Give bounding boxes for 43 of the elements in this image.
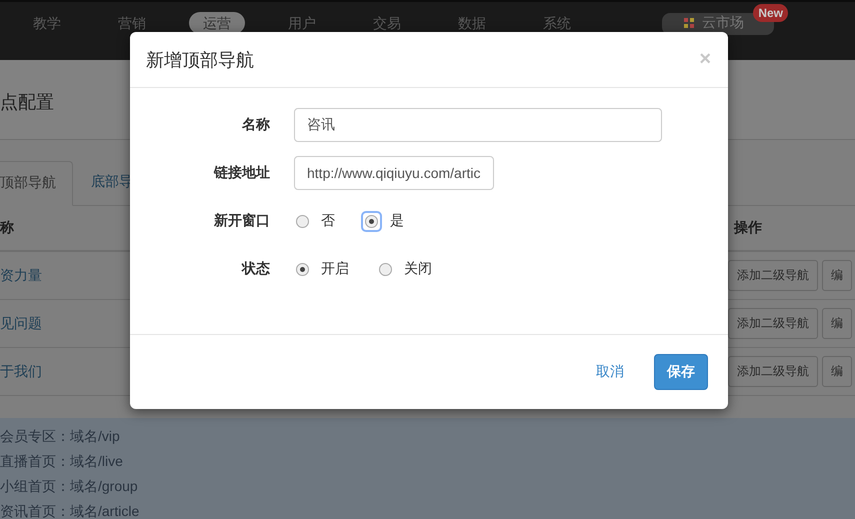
column-header: 操作 (734, 219, 762, 237)
table-cell: 见问题 (0, 314, 42, 332)
table-cell: 于我们 (0, 362, 42, 380)
action-button[interactable]: 编 (822, 260, 852, 291)
action-button[interactable]: 添加二级导航 (728, 356, 818, 387)
tab[interactable]: 顶部导航 (0, 161, 73, 206)
note-text: 直播首页：域名/live (0, 452, 124, 471)
note-text: 资讯首页：域名/article (0, 502, 140, 519)
action-button[interactable]: 添加二级导航 (728, 260, 818, 291)
radio-label: 开启 (321, 260, 349, 278)
nav-item[interactable]: 系统 (529, 12, 585, 34)
field-label: 链接地址 (212, 164, 270, 182)
nav-item[interactable]: 教学 (19, 12, 75, 34)
radio-button[interactable] (296, 214, 309, 228)
dialog-title: 新增顶部导航 (146, 48, 254, 72)
cancel-link[interactable]: 取消 (584, 355, 636, 389)
radio-button[interactable] (379, 262, 392, 276)
radio-button[interactable] (296, 262, 309, 276)
input-field[interactable]: http://www.qiqiuyu.com/artic (294, 156, 494, 190)
radio-label: 否 (321, 212, 335, 230)
action-button[interactable]: 编 (822, 356, 852, 387)
field-label: 状态 (240, 260, 270, 278)
nav-item[interactable]: 营销 (104, 12, 160, 34)
column-header: 称 (0, 219, 14, 237)
field-label: 名称 (240, 116, 270, 134)
new-badge: New (753, 4, 788, 22)
nav-item[interactable]: 用户 (274, 12, 330, 34)
action-button[interactable]: 添加二级导航 (728, 308, 818, 339)
radio-label: 是 (390, 212, 404, 230)
close-button[interactable]: × (697, 48, 713, 71)
save-button[interactable]: 保存 (654, 354, 708, 390)
note-text: 小组首页：域名/group (0, 477, 139, 496)
nav-item[interactable]: 运营 (189, 12, 245, 34)
note-text: 会员专区：域名/vip (0, 427, 121, 446)
action-button[interactable]: 编 (822, 308, 852, 339)
input-field[interactable]: 咨讯 (294, 108, 662, 142)
nav-item[interactable]: 交易 (359, 12, 415, 34)
nav-item[interactable]: 数据 (444, 12, 500, 34)
squares-icon (684, 18, 694, 28)
field-label: 新开窗口 (213, 212, 270, 230)
radio-label: 关闭 (404, 260, 432, 278)
page-title: 点配置 (0, 90, 54, 114)
table-cell: 资力量 (0, 266, 42, 284)
